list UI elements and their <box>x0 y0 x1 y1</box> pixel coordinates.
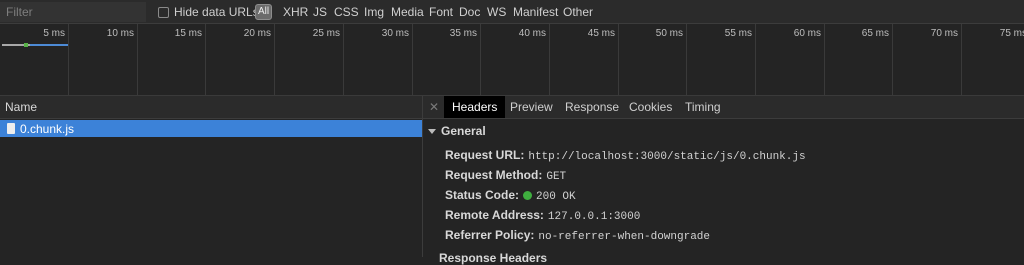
filter-type-media[interactable]: Media <box>391 5 424 19</box>
filter-type-other[interactable]: Other <box>563 5 593 19</box>
request-detail-pane: ✕ Headers Preview Response Cookies Timin… <box>423 96 1024 265</box>
timeline-tick-label: 55 ms <box>724 28 752 39</box>
timeline-tick-label: 75 ms <box>999 28 1024 39</box>
timeline-tick-label: 10 ms <box>106 28 134 39</box>
header-key: Remote Address: <box>445 208 544 222</box>
filter-type-manifest[interactable]: Manifest <box>513 5 558 19</box>
timeline-tick-label: 20 ms <box>243 28 271 39</box>
general-section-toggle[interactable]: General <box>428 124 486 138</box>
timeline-gridline <box>412 24 413 95</box>
timeline-gridline <box>961 24 962 95</box>
filter-type-ws[interactable]: WS <box>487 5 506 19</box>
tab-preview[interactable]: Preview <box>502 96 561 118</box>
filter-type-css[interactable]: CSS <box>334 5 359 19</box>
timeline-tick-label: 45 ms <box>587 28 615 39</box>
timeline-gridline <box>618 24 619 95</box>
response-headers-section-title[interactable]: Response Headers <box>439 251 547 265</box>
timeline-tick-label: 25 ms <box>312 28 340 39</box>
timeline-gridline <box>892 24 893 95</box>
timeline-gridline <box>480 24 481 95</box>
tab-headers[interactable]: Headers <box>444 96 506 118</box>
filter-type-xhr[interactable]: XHR <box>283 5 308 19</box>
timeline-gridline <box>755 24 756 95</box>
timeline-tick-label: 70 ms <box>930 28 958 39</box>
timeline-overview[interactable]: 5 ms 10 ms 15 ms 20 ms 25 ms 30 ms 35 ms 40 ms 4… <box>0 24 1024 96</box>
header-row-referrer-policy: Referrer Policy: no-referrer-when-downgra… <box>445 228 710 243</box>
timeline-tick-label: 15 ms <box>174 28 202 39</box>
header-row-request-url: Request URL: http://localhost:3000/static… <box>445 148 806 163</box>
header-value: 200 OK <box>536 191 576 203</box>
filter-type-js[interactable]: JS <box>313 5 327 19</box>
close-icon[interactable]: ✕ <box>429 100 439 114</box>
status-ok-dot-icon <box>523 191 533 200</box>
timeline-tick-label: 65 ms <box>861 28 889 39</box>
requests-pane: Name 0.chunk.js <box>0 96 423 257</box>
header-value: no-referrer-when-downgrade <box>538 231 711 243</box>
header-key: Request URL: <box>445 148 525 162</box>
header-value: GET <box>546 171 567 183</box>
timeline-tick-label: 50 ms <box>655 28 683 39</box>
timeline-gridline <box>343 24 344 95</box>
timeline-gridline <box>205 24 206 95</box>
timeline-gridline <box>137 24 138 95</box>
waterfall-marker <box>24 43 28 47</box>
header-value: 127.0.0.1:3000 <box>547 211 641 223</box>
timeline-gridline <box>549 24 550 95</box>
filter-type-doc[interactable]: Doc <box>459 5 480 19</box>
timeline-tick-label: 60 ms <box>793 28 821 39</box>
hide-data-urls-checkbox[interactable] <box>158 6 169 18</box>
timeline-gridline <box>686 24 687 95</box>
timeline-tick-label: 5 ms <box>43 28 65 39</box>
filter-toolbar: Hide data URLs All XHR JS CSS Img Media … <box>0 0 1024 24</box>
triangle-down-icon <box>428 128 436 134</box>
header-row-request-method: Request Method: GET <box>445 168 566 183</box>
tab-timing[interactable]: Timing <box>677 96 729 118</box>
timeline-tick-label: 35 ms <box>449 28 477 39</box>
timeline-gridline <box>824 24 825 95</box>
file-icon <box>7 123 15 134</box>
hide-data-urls-label: Hide data URLs <box>174 5 259 19</box>
timeline-gridline <box>274 24 275 95</box>
request-name: 0.chunk.js <box>20 121 75 136</box>
filter-input[interactable] <box>0 2 146 22</box>
timeline-tick-label: 40 ms <box>518 28 546 39</box>
filter-all-button[interactable]: All <box>255 4 272 20</box>
tab-cookies[interactable]: Cookies <box>621 96 680 118</box>
filter-type-font[interactable]: Font <box>429 5 453 19</box>
hide-data-urls-toggle[interactable]: Hide data URLs <box>158 5 259 19</box>
header-value: http://localhost:3000/static/js/0.chunk.… <box>528 151 806 163</box>
request-row[interactable]: 0.chunk.js <box>0 120 422 137</box>
timeline-tick-label: 30 ms <box>381 28 409 39</box>
header-row-status-code: Status Code: 200 OK <box>445 188 576 203</box>
tab-response[interactable]: Response <box>557 96 627 118</box>
general-section-title: General <box>441 124 486 138</box>
filter-type-img[interactable]: Img <box>364 5 384 19</box>
header-key: Request Method: <box>445 168 543 182</box>
timeline-gridline <box>68 24 69 95</box>
detail-tabs: ✕ Headers Preview Response Cookies Timin… <box>423 96 1024 119</box>
header-row-remote-address: Remote Address: 127.0.0.1:3000 <box>445 208 640 223</box>
header-key: Status Code: <box>445 188 520 202</box>
header-key: Referrer Policy: <box>445 228 535 242</box>
name-column-header[interactable]: Name <box>0 96 422 119</box>
